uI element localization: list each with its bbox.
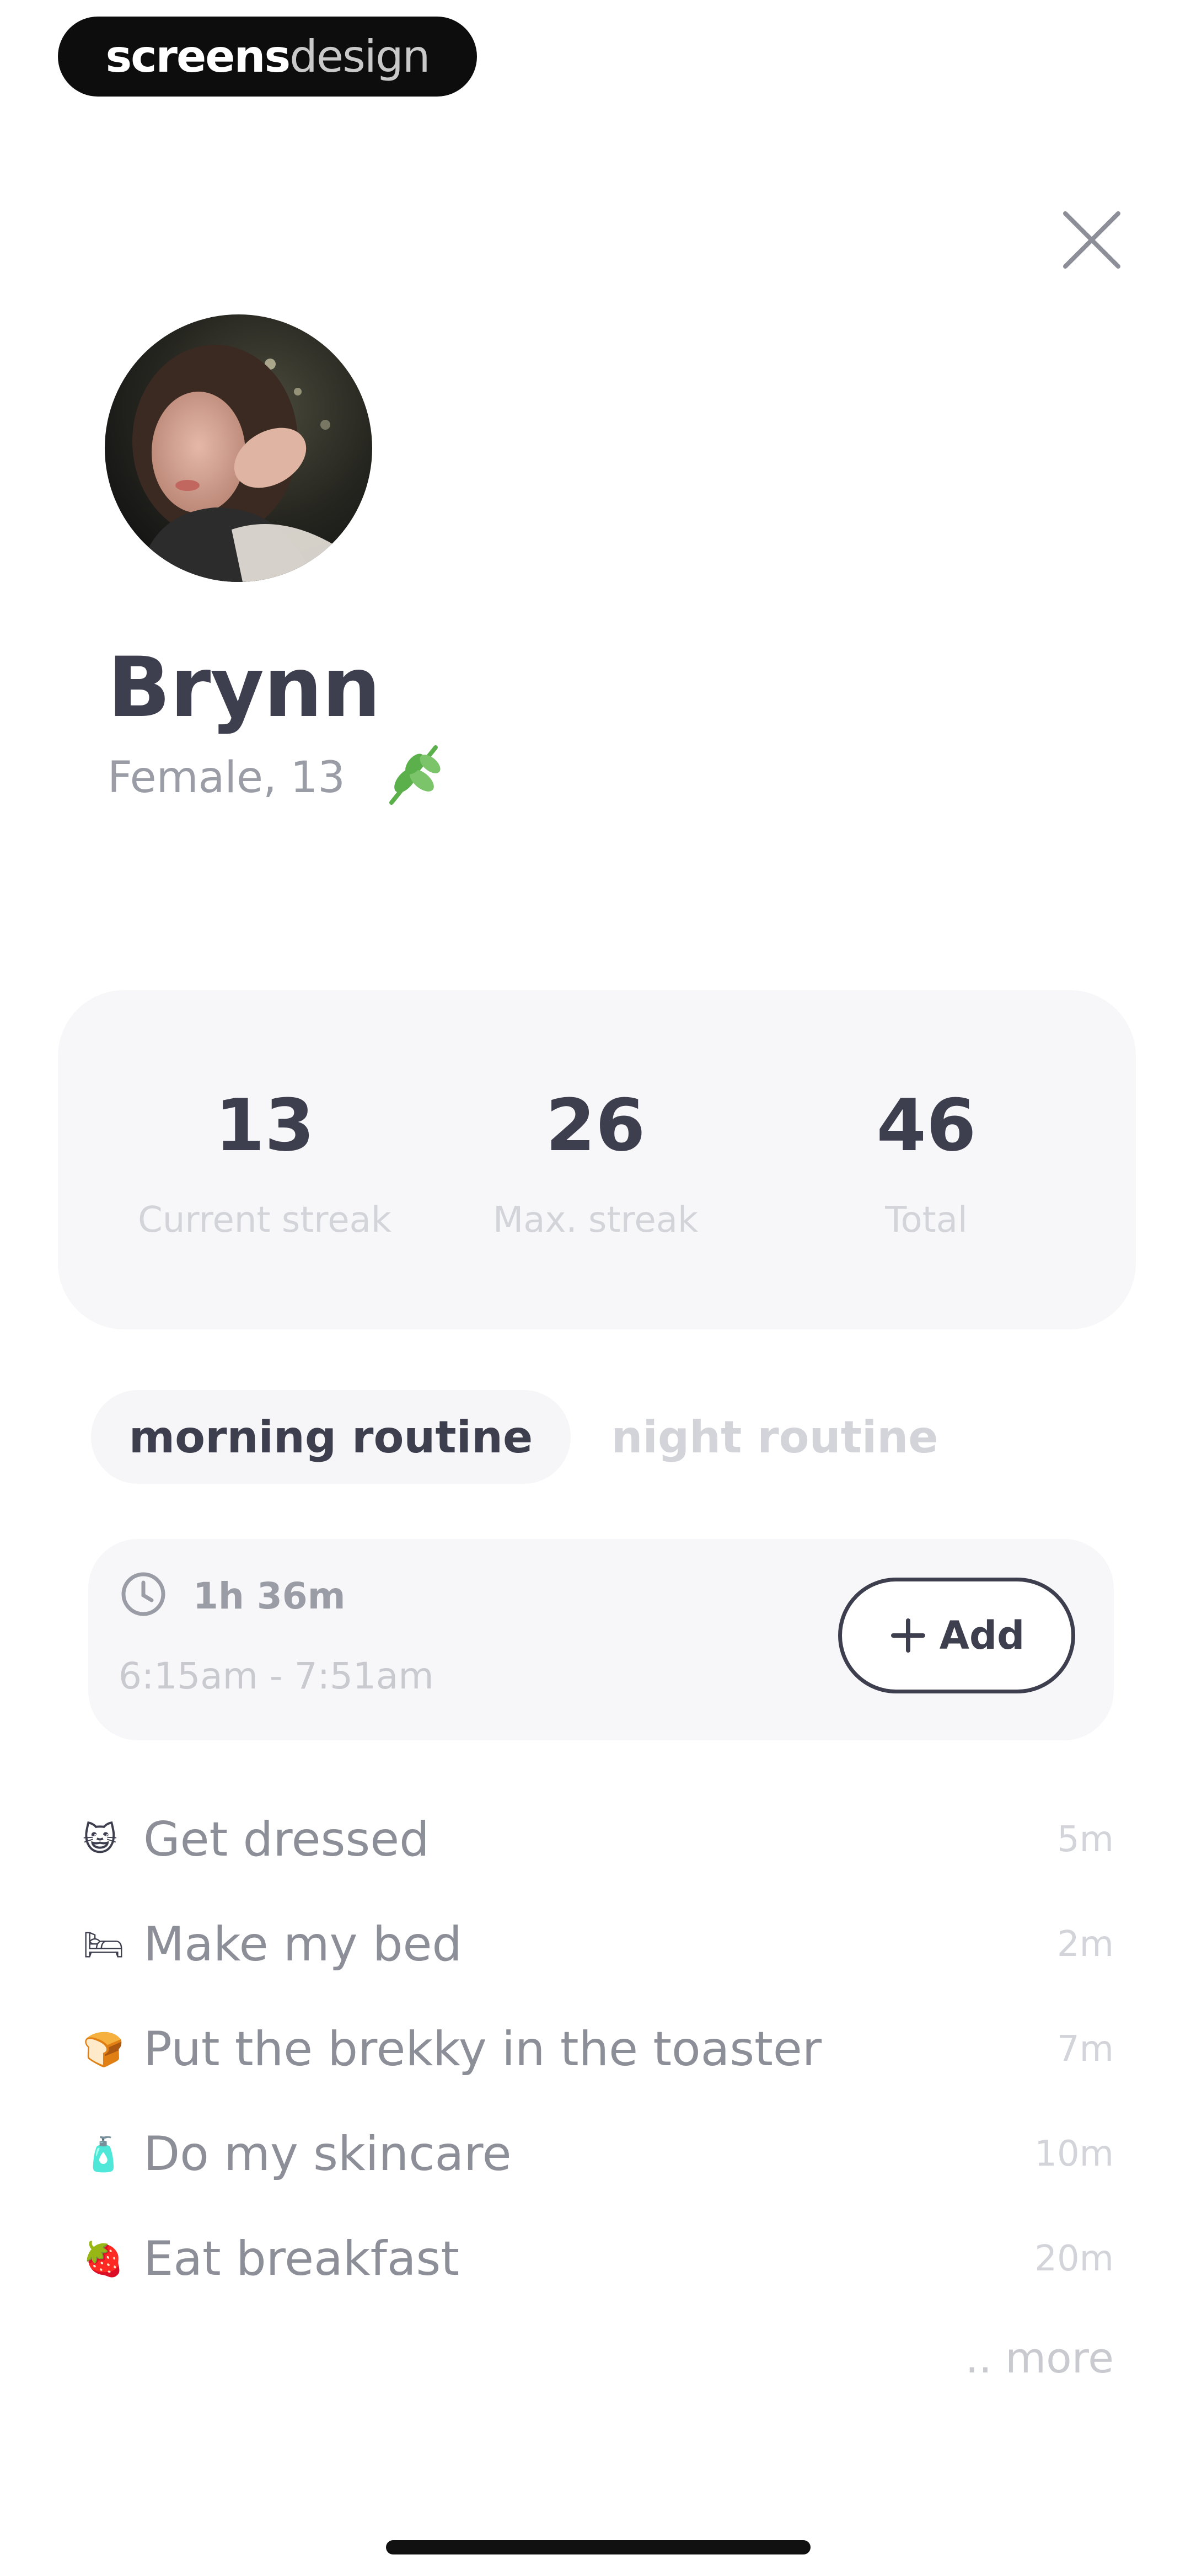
task-emoji-icon: 🛏 xyxy=(83,1925,125,1964)
add-task-button[interactable]: Add xyxy=(838,1578,1075,1693)
stat-total: 46 Total xyxy=(761,1089,1092,1241)
stat-value: 26 xyxy=(545,1083,646,1167)
task-duration: 7m xyxy=(1056,2029,1114,2070)
avatar xyxy=(105,314,372,582)
tab-night-routine[interactable]: night routine xyxy=(596,1390,954,1484)
stat-max-streak: 26 Max. streak xyxy=(430,1089,761,1241)
task-duration: 20m xyxy=(1034,2238,1114,2279)
stat-label: Total xyxy=(885,1200,968,1241)
task-item[interactable]: 🛏 Make my bed 2m xyxy=(83,1911,1114,1978)
routine-duration: 1h 36m xyxy=(193,1575,346,1617)
task-item[interactable]: 🍞 Put the brekky in the toaster 7m xyxy=(83,2016,1114,2082)
task-emoji-icon: 🍞 xyxy=(83,2030,124,2069)
profile-name: Brynn xyxy=(108,640,381,736)
task-label: Get dressed xyxy=(143,1812,430,1867)
add-task-label: Add xyxy=(939,1613,1025,1658)
avatar-photo xyxy=(105,314,372,582)
stat-label: Max. streak xyxy=(493,1200,698,1241)
home-indicator[interactable] xyxy=(386,2540,811,2554)
task-label: Put the brekky in the toaster xyxy=(143,2022,822,2077)
tab-morning-routine[interactable]: morning routine xyxy=(91,1390,571,1484)
stat-value: 46 xyxy=(876,1083,977,1167)
more-tasks-link[interactable]: .. more xyxy=(937,2333,1114,2382)
close-icon xyxy=(1063,211,1120,269)
task-duration: 10m xyxy=(1034,2134,1114,2174)
task-emoji-icon: 🍓 xyxy=(83,2240,124,2279)
task-emoji-icon: 🧴 xyxy=(83,2135,124,2174)
task-label: Eat breakfast xyxy=(143,2231,460,2286)
plus-icon xyxy=(890,1618,925,1653)
clock-icon xyxy=(121,1572,165,1616)
stats-card: 13 Current streak 26 Max. streak 46 Tota… xyxy=(58,990,1136,1329)
stat-value: 13 xyxy=(214,1083,315,1167)
task-item[interactable]: 🧴 Do my skincare 10m xyxy=(83,2121,1114,2187)
task-label: Do my skincare xyxy=(143,2126,512,2182)
task-item[interactable]: 🍓 Eat breakfast 20m xyxy=(83,2226,1114,2292)
stat-current-streak: 13 Current streak xyxy=(99,1089,430,1241)
close-button[interactable] xyxy=(1050,199,1133,281)
leaf-icon xyxy=(389,745,441,805)
task-duration: 2m xyxy=(1056,1924,1114,1965)
stat-label: Current streak xyxy=(138,1200,391,1241)
task-item[interactable]: 😺 Get dressed 5m xyxy=(83,1807,1114,1873)
profile-subtitle: Female, 13 xyxy=(108,753,345,803)
routine-time-range: 6:15am - 7:51am xyxy=(119,1655,434,1697)
task-label: Make my bed xyxy=(143,1917,462,1972)
brand-watermark-bold: screens xyxy=(105,31,291,82)
brand-watermark-light: design xyxy=(289,31,430,82)
task-emoji-icon: 😺 xyxy=(83,1820,117,1859)
brand-watermark: screens design xyxy=(58,17,477,97)
task-duration: 5m xyxy=(1056,1819,1114,1860)
